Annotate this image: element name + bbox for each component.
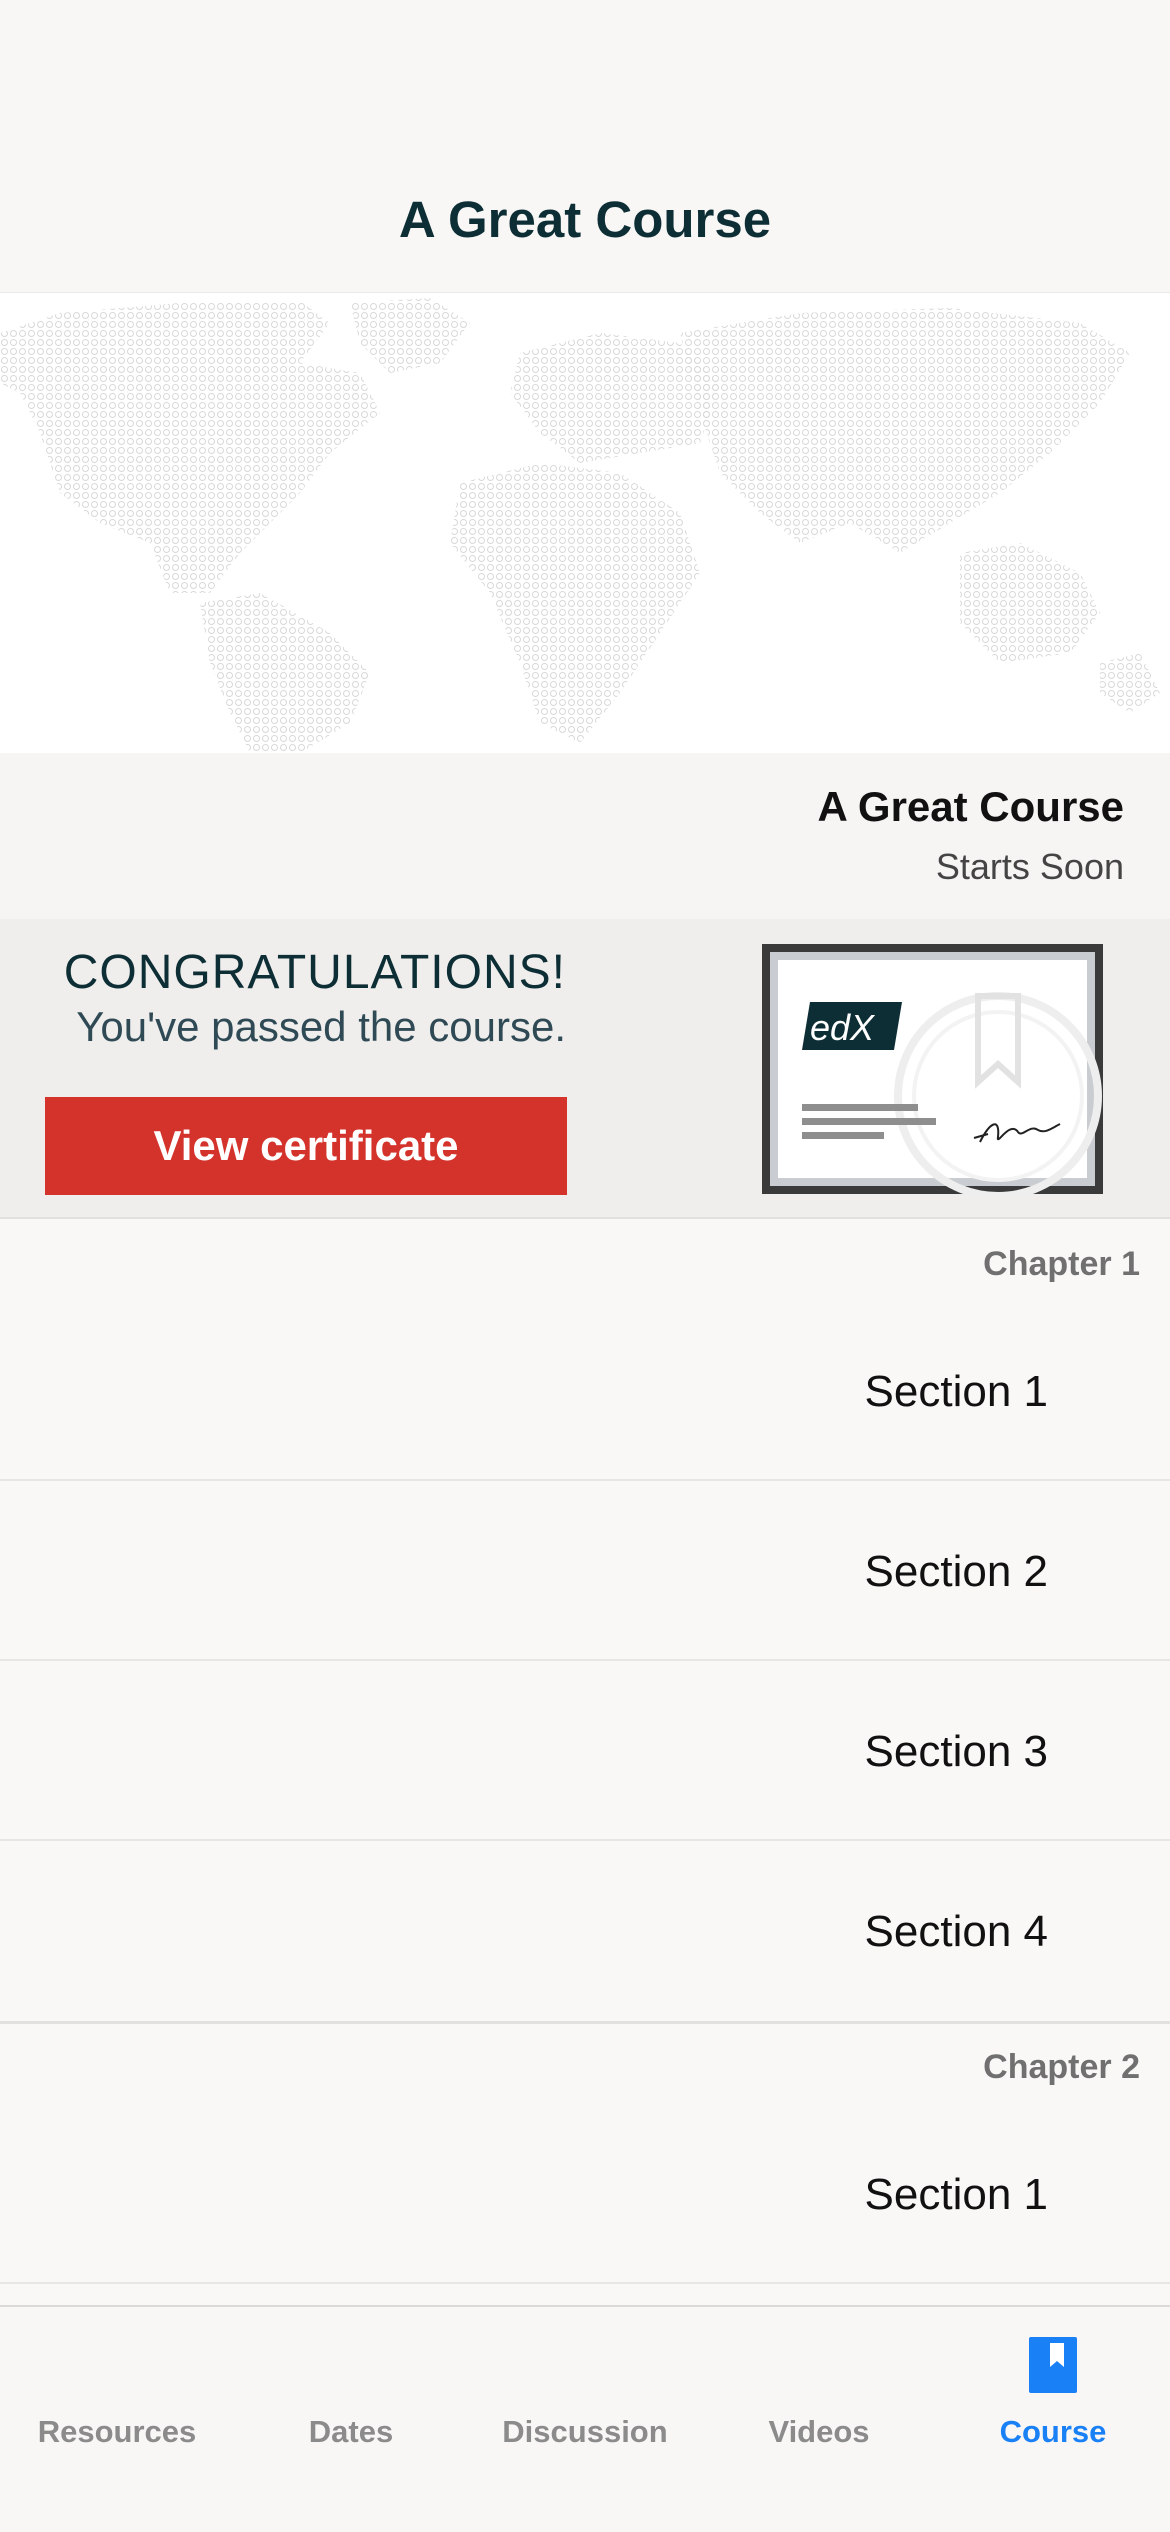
section-row[interactable]: Section 2 [0,1481,1170,1661]
chapter-title: Chapter 1 [983,1245,1140,1283]
chapter-header: Chapter 1 [0,1221,1170,1301]
tab-label: Videos [768,2414,870,2449]
section-row[interactable]: Section 3 [0,1661,1170,1841]
section-title: Section 2 [864,1547,1048,1596]
section-title: Section 1 [864,2170,1048,2219]
section-title: Section 3 [864,1727,1048,1776]
tab-label: Course [999,2414,1107,2449]
page-title: A Great Course [398,191,772,248]
course-status: Starts Soon [935,846,1124,887]
course-name: A Great Course [817,783,1124,830]
tab-label: Discussion [502,2414,668,2449]
tab-course[interactable]: Course [936,2307,1170,2532]
chapter-title: Chapter 2 [983,2048,1140,2086]
world-map-image [0,298,1160,753]
chapter-block: Chapter 2 Section 1 [0,2024,1170,2284]
bookmark-icon [1029,2337,1077,2393]
tab-bar: Resources Dates Discussion Videos Course [0,2305,1170,2532]
tab-discussion[interactable]: Discussion [468,2307,702,2532]
view-certificate-button[interactable]: View certificate [45,1097,567,1195]
section-title: Section 4 [864,1907,1048,1956]
course-outline: Chapter 1 Section 1 Section 2 Section 3 … [0,1221,1170,2284]
passed-message: You've passed the course. [76,1003,566,1050]
tab-dates[interactable]: Dates [234,2307,468,2532]
chapter-block: Chapter 1 Section 1 Section 2 Section 3 … [0,1221,1170,2021]
congrats-heading: CONGRATULATIONS! [63,946,566,999]
course-hero-image [0,293,1170,753]
section-title: Section 1 [864,1367,1048,1416]
section-row[interactable]: Section 1 [0,2104,1170,2284]
section-row[interactable]: Section 4 [0,1841,1170,2021]
tab-resources[interactable]: Resources [0,2307,234,2532]
certificate-illustration: edX [762,944,1103,1200]
tab-label: Resources [37,2414,197,2449]
certificate-thumbnail[interactable]: edX [760,942,1105,1200]
chapter-header: Chapter 2 [0,2024,1170,2104]
svg-text:edX: edX [810,1007,876,1048]
tab-videos[interactable]: Videos [702,2307,936,2532]
navigation-bar: A Great Course [0,0,1170,293]
certificate-banner: CONGRATULATIONS! You've passed the cours… [0,919,1170,1219]
edx-logo-icon: edX [802,1002,902,1050]
course-info-panel: A Great Course Starts Soon [0,753,1170,919]
section-row[interactable]: Section 1 [0,1301,1170,1481]
tab-label: Dates [308,2414,394,2449]
